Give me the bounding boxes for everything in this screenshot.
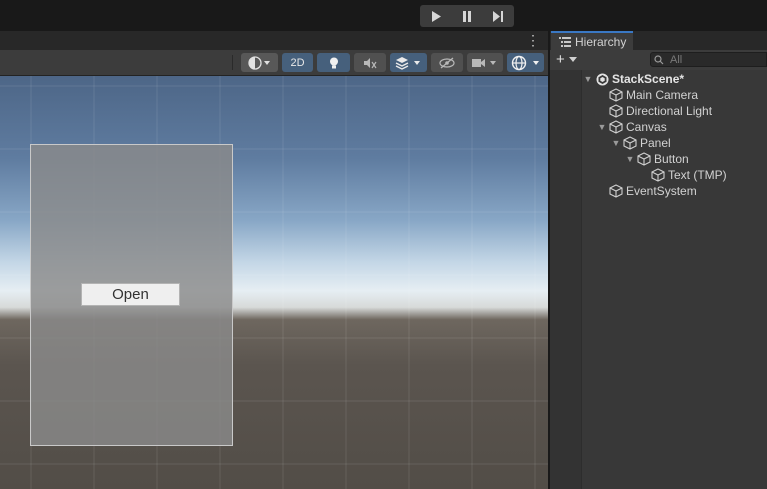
- hierarchy-item-button[interactable]: ▼ Button: [624, 151, 689, 167]
- scene-toolbar: 2D: [0, 50, 548, 76]
- lightbulb-icon: [329, 57, 338, 68]
- hierarchy-item-eventsystem[interactable]: EventSystem: [596, 183, 697, 199]
- hierarchy-gutter: [550, 70, 582, 489]
- expand-arrow-icon[interactable]: ▼: [582, 74, 594, 84]
- gameobject-cube-icon: [608, 87, 624, 103]
- toolbar-separator: [232, 55, 233, 70]
- hierarchy-item-label: EventSystem: [626, 184, 697, 198]
- hierarchy-item-label: Main Camera: [626, 88, 699, 102]
- open-button[interactable]: Open: [81, 283, 180, 306]
- expand-arrow-icon[interactable]: ▼: [610, 138, 622, 148]
- chevron-down-icon: [568, 57, 577, 62]
- tab-hierarchy-label: Hierarchy: [575, 35, 627, 49]
- hierarchy-item-directional-light[interactable]: Directional Light: [596, 103, 712, 119]
- play-button[interactable]: [420, 5, 451, 27]
- play-icon: [431, 10, 441, 22]
- gameobject-cube-icon: [608, 183, 624, 199]
- search-placeholder: All: [670, 53, 683, 66]
- gameobject-cube-icon: [622, 135, 638, 151]
- expand-arrow-icon[interactable]: ▼: [596, 122, 608, 132]
- shading-mode-icon: [247, 55, 270, 70]
- hierarchy-item-panel[interactable]: ▼ Panel: [610, 135, 671, 151]
- hierarchy-item-label: Canvas: [626, 120, 667, 134]
- main-toolbar: [0, 0, 767, 31]
- hierarchy-item-stackscene[interactable]: ▼ StackScene*: [582, 71, 685, 87]
- more-options-icon[interactable]: ⋮: [526, 32, 540, 48]
- hierarchy-item-label: Text (TMP): [668, 168, 727, 182]
- gizmos-dropdown[interactable]: [507, 53, 544, 72]
- hierarchy-item-label: Panel: [640, 136, 671, 150]
- list-icon: [559, 37, 571, 47]
- gameobject-cube-icon: [608, 119, 624, 135]
- camera-icon: [472, 58, 496, 67]
- gizmos-icon: [511, 55, 539, 70]
- effects-dropdown[interactable]: [390, 53, 427, 72]
- add-label: +: [556, 51, 565, 68]
- audio-mute-icon: [364, 57, 377, 68]
- gameobject-cube-icon: [650, 167, 666, 183]
- gameobject-cube-icon: [608, 103, 624, 119]
- hierarchy-item-label: StackScene*: [612, 72, 685, 86]
- camera-dropdown[interactable]: [467, 53, 503, 72]
- scene-visibility-icon: [439, 57, 455, 68]
- scene-visibility-toggle[interactable]: [431, 53, 463, 72]
- hierarchy-search-input[interactable]: All: [650, 52, 767, 67]
- lighting-toggle[interactable]: [317, 53, 350, 72]
- 2d-mode-toggle[interactable]: 2D: [282, 53, 313, 72]
- expand-arrow-icon[interactable]: ▼: [624, 154, 636, 164]
- scene-tab-bar: ⋮: [0, 31, 548, 51]
- step-icon: [492, 10, 503, 22]
- hierarchy-item-label: Directional Light: [626, 104, 713, 118]
- effects-layers-icon: [395, 56, 420, 70]
- hierarchy-item-label: Button: [654, 152, 689, 166]
- shading-mode-dropdown[interactable]: [241, 53, 278, 72]
- tab-hierarchy[interactable]: Hierarchy: [551, 31, 633, 51]
- pause-icon: [462, 10, 471, 22]
- search-icon: [654, 54, 664, 64]
- gameobject-cube-icon: [636, 151, 652, 167]
- hierarchy-item-canvas[interactable]: ▼ Canvas: [596, 119, 667, 135]
- add-object-dropdown[interactable]: +: [556, 51, 578, 69]
- pause-button[interactable]: [451, 5, 482, 27]
- hierarchy-item-main-camera[interactable]: Main Camera: [596, 87, 698, 103]
- playmode-controls: [420, 5, 514, 27]
- step-button[interactable]: [482, 5, 513, 27]
- unity-scene-icon: [594, 71, 610, 87]
- audio-toggle[interactable]: [354, 53, 386, 72]
- hierarchy-item-text-tmp[interactable]: Text (TMP): [638, 167, 727, 183]
